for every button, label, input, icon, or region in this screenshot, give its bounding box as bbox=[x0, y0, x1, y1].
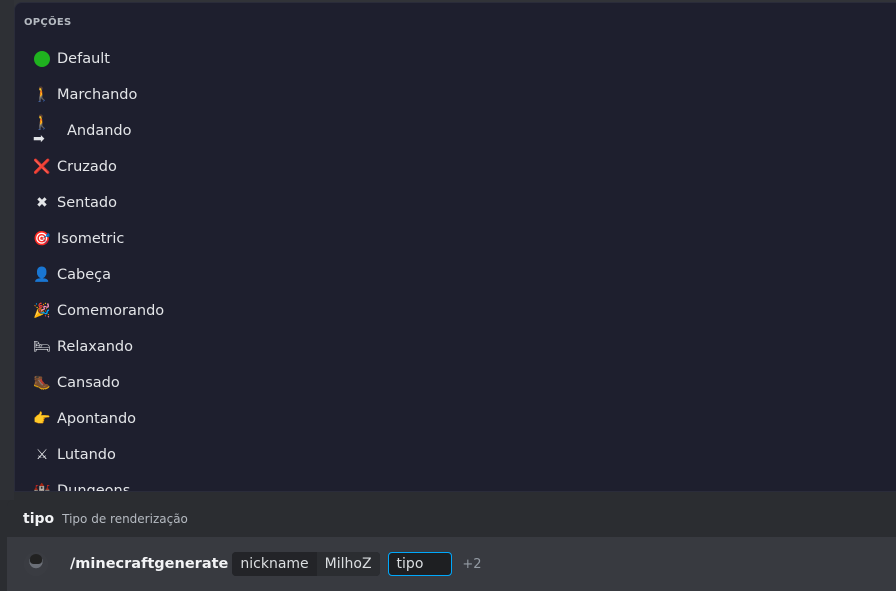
option-label: Cansado bbox=[57, 375, 120, 391]
option-item-cruzado[interactable]: ❌ Cruzado bbox=[15, 149, 896, 185]
options-list: Default 🚶 Marchando 🚶➡ Andando ❌ Cruzado ✖ Senta… bbox=[15, 41, 896, 492]
option-label: Lutando bbox=[57, 447, 116, 463]
boot-icon: 🥾 bbox=[33, 375, 51, 391]
option-label: Dungeons bbox=[57, 483, 131, 492]
command-name: /minecraftgenerate bbox=[70, 556, 229, 572]
target-icon: 🎯 bbox=[33, 231, 51, 247]
pointing-hand-icon: 👉 bbox=[33, 411, 51, 427]
hint-param-description: Tipo de renderização bbox=[62, 511, 188, 526]
multiply-x-icon: ✖ bbox=[36, 195, 48, 211]
option-item-cabeça[interactable]: 👤 Cabeça bbox=[15, 257, 896, 293]
bust-head-icon: 👤 bbox=[33, 267, 51, 283]
option-item-isometric[interactable]: 🎯 Isometric bbox=[15, 221, 896, 257]
option-label: Isometric bbox=[57, 231, 125, 247]
option-label: Cabeça bbox=[57, 267, 111, 283]
autocomplete-options-panel: OPÇÕES Default 🚶 Marchando 🚶➡ Andando ❌ Cruzad… bbox=[14, 2, 896, 492]
person-walking-arrow-icon: 🚶➡ bbox=[33, 115, 51, 147]
option-item-apontando[interactable]: 👉 Apontando bbox=[15, 401, 896, 437]
crossed-swords-icon: ⚔ bbox=[35, 447, 49, 463]
party-popper-icon: 🎉 bbox=[33, 303, 51, 319]
active-param-key: tipo bbox=[396, 556, 424, 572]
option-item-marchando[interactable]: 🚶 Marchando bbox=[15, 77, 896, 113]
option-label: Andando bbox=[67, 123, 132, 139]
options-header: OPÇÕES bbox=[24, 17, 72, 28]
option-item-comemorando[interactable]: 🎉 Comemorando bbox=[15, 293, 896, 329]
hint-param-name: tipo bbox=[23, 510, 55, 527]
background-left bbox=[0, 0, 14, 500]
green-circle-icon bbox=[33, 50, 51, 68]
option-label: Cruzado bbox=[57, 159, 117, 175]
person-walking-icon: 🚶 bbox=[33, 87, 51, 103]
castle-icon: 🏰 bbox=[33, 483, 51, 492]
option-label: Marchando bbox=[57, 87, 138, 103]
cross-mark-icon: ❌ bbox=[33, 159, 51, 175]
green-dot bbox=[34, 51, 50, 67]
option-label: Apontando bbox=[57, 411, 137, 427]
parameter-hint-bar: tipo Tipo de renderização bbox=[7, 500, 896, 537]
param-key: nickname bbox=[232, 552, 317, 576]
option-label: Relaxando bbox=[57, 339, 133, 355]
option-item-relaxando[interactable]: 🛏 Relaxando bbox=[15, 329, 896, 365]
param-value[interactable]: MilhoZ bbox=[316, 552, 380, 576]
option-item-dungeons[interactable]: 🏰 Dungeons bbox=[15, 473, 896, 492]
option-label: Default bbox=[57, 51, 110, 67]
param-nickname[interactable]: nickname MilhoZ bbox=[232, 552, 380, 576]
option-item-default[interactable]: Default bbox=[15, 41, 896, 77]
option-item-andando[interactable]: 🚶➡ Andando bbox=[15, 113, 896, 149]
option-item-lutando[interactable]: ⚔ Lutando bbox=[15, 437, 896, 473]
param-tipo-active[interactable]: tipo bbox=[387, 552, 453, 576]
option-item-cansado[interactable]: 🥾 Cansado bbox=[15, 365, 896, 401]
command-input-bar[interactable]: /minecraftgenerate nickname MilhoZ tipo … bbox=[7, 537, 896, 591]
bed-icon: 🛏 bbox=[33, 339, 51, 355]
more-params-count[interactable]: +2 bbox=[462, 557, 481, 572]
option-item-sentado[interactable]: ✖ Sentado bbox=[15, 185, 896, 221]
option-label: Comemorando bbox=[57, 303, 165, 319]
avatar bbox=[24, 552, 48, 576]
option-label: Sentado bbox=[57, 195, 117, 211]
